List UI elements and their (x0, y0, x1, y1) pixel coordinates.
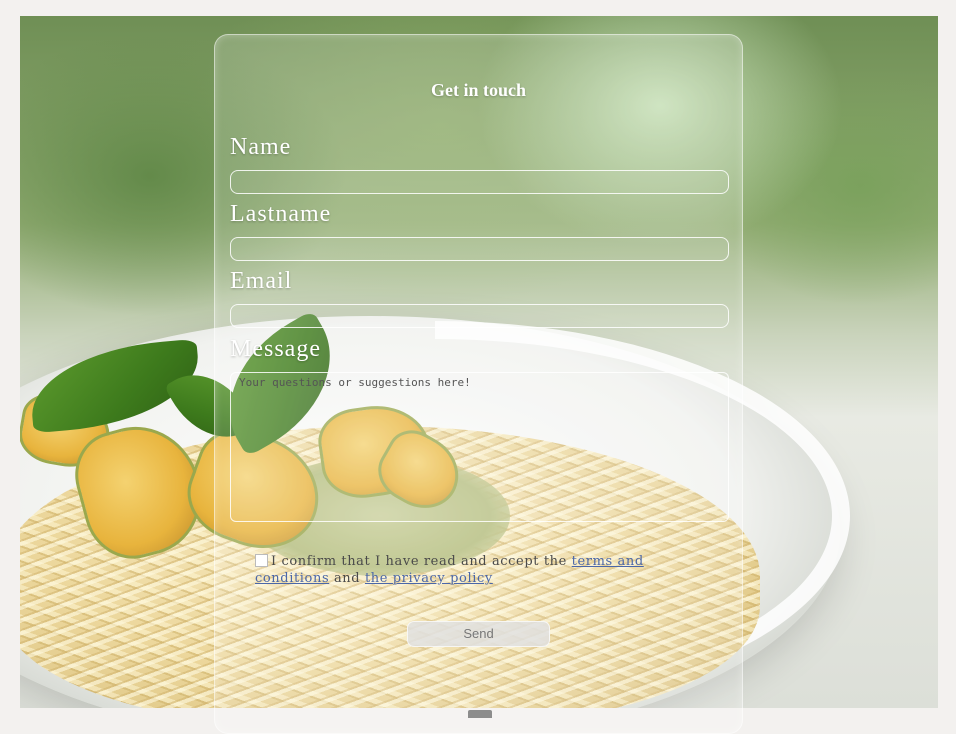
name-input[interactable] (230, 170, 729, 194)
consent-text-before: I confirm that I have read and accept th… (271, 554, 572, 569)
scroll-handle[interactable] (468, 710, 492, 718)
consent-row: I confirm that I have read and accept th… (255, 553, 675, 587)
lastname-label: Lastname (230, 201, 332, 227)
consent-checkbox[interactable] (255, 554, 268, 567)
send-button[interactable]: Send (407, 621, 550, 647)
message-label: Message (230, 336, 321, 362)
email-label: Email (230, 268, 293, 294)
message-textarea[interactable] (230, 372, 729, 522)
email-input[interactable] (230, 304, 729, 328)
privacy-link[interactable]: the privacy policy (365, 571, 493, 586)
form-title: Get in touch (430, 80, 526, 100)
lastname-input[interactable] (230, 237, 729, 261)
name-label: Name (230, 134, 292, 160)
consent-text-between: and (329, 571, 365, 586)
